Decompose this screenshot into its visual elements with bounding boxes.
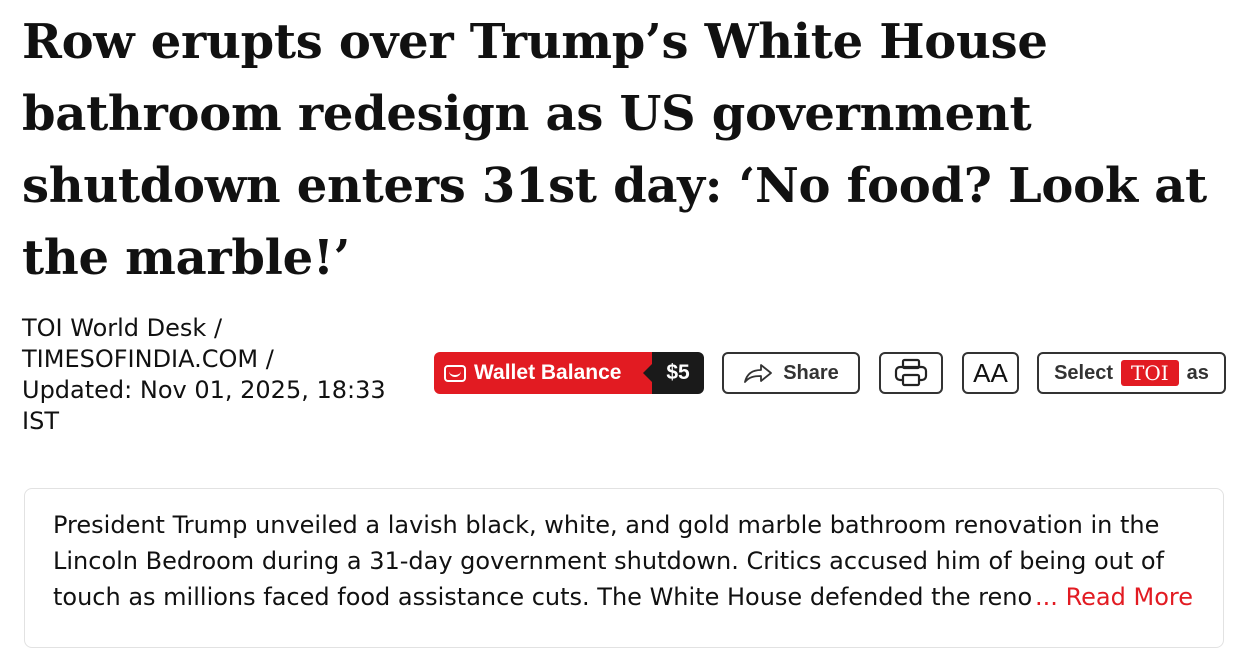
summary-text: President Trump unveiled a lavish black,… [53, 511, 1165, 611]
select-toi-preferred-source-button[interactable]: Select TOI as [1037, 352, 1226, 394]
share-arrow-icon [744, 364, 773, 383]
wallet-balance-button[interactable]: Wallet Balance $5 [434, 352, 704, 394]
byline-updated: Updated: Nov 01, 2025, 18:33 [22, 376, 386, 404]
article-headline: Row erupts over Trump’s White House bath… [22, 14, 1207, 286]
share-label: Share [783, 361, 839, 384]
wallet-balance-label-area: Wallet Balance [434, 352, 652, 394]
wallet-amount: $5 [643, 352, 704, 394]
summary-text-wrapper: President Trump unveiled a lavish black,… [53, 507, 1193, 615]
byline-source: TIMESOFINDIA.COM / [22, 345, 274, 373]
byline-author[interactable]: TOI World Desk / [22, 313, 432, 344]
article-summary-box: President Trump unveiled a lavish black,… [24, 488, 1224, 648]
select-prefix: Select [1054, 361, 1114, 384]
byline: TOI World Desk / TIMESOFINDIA.COM / Upda… [22, 313, 432, 437]
share-button[interactable]: Share [722, 352, 860, 394]
select-suffix: as [1186, 361, 1209, 384]
toi-logo: TOI [1121, 360, 1179, 386]
read-more-link[interactable]: ... Read More [1031, 579, 1193, 615]
wallet-icon [444, 364, 466, 382]
print-button[interactable] [879, 352, 943, 394]
byline-timezone: IST [22, 407, 59, 435]
text-size-button[interactable]: AA [962, 352, 1019, 394]
printer-icon [894, 358, 928, 387]
wallet-balance-label: Wallet Balance [474, 361, 622, 384]
